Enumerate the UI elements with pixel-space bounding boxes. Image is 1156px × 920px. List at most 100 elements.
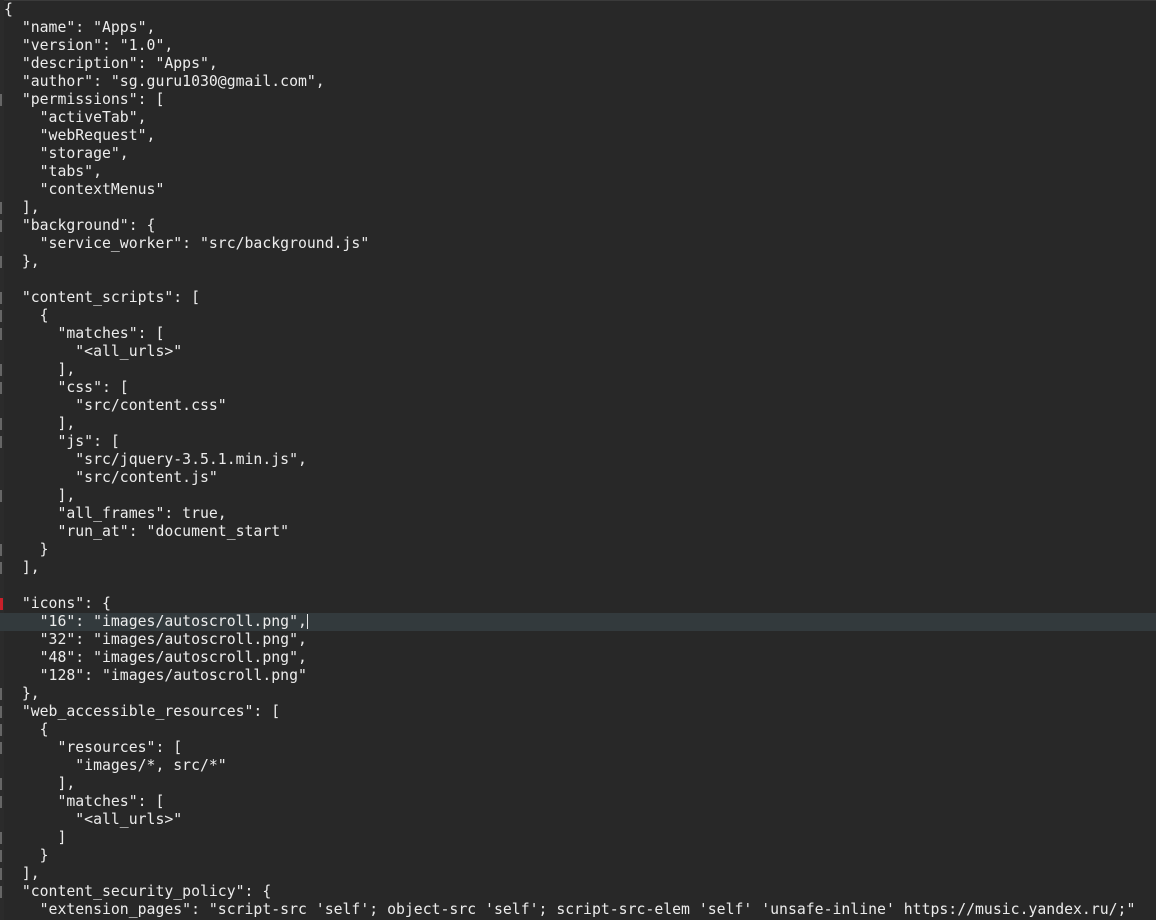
fold-marker-icon[interactable]	[0, 436, 2, 448]
code-line[interactable]: "16": "images/autoscroll.png",	[0, 613, 1156, 631]
code-line[interactable]: "storage",	[0, 145, 1156, 163]
code-line[interactable]: "tabs",	[0, 163, 1156, 181]
fold-marker-icon[interactable]	[0, 688, 2, 700]
code-line-text: "<all_urls>"	[4, 343, 183, 360]
fold-marker-icon[interactable]	[0, 850, 2, 862]
text-cursor	[306, 614, 308, 629]
fold-marker-icon[interactable]	[0, 364, 2, 376]
fold-marker-icon[interactable]	[0, 220, 2, 232]
code-line[interactable]: "web_accessible_resources": [	[0, 703, 1156, 721]
code-line-text: ],	[4, 865, 40, 882]
code-line[interactable]: "run_at": "document_start"	[0, 523, 1156, 541]
code-line[interactable]: ],	[0, 415, 1156, 433]
code-line[interactable]: "name": "Apps",	[0, 19, 1156, 37]
code-line[interactable]: "src/jquery-3.5.1.min.js",	[0, 451, 1156, 469]
fold-marker-icon[interactable]	[0, 382, 2, 394]
code-line[interactable]: "content_security_policy": {	[0, 883, 1156, 901]
code-line[interactable]: }	[0, 541, 1156, 559]
code-line[interactable]: "version": "1.0",	[0, 37, 1156, 55]
code-line-text: "all_frames": true,	[4, 505, 227, 522]
fold-marker-icon[interactable]	[0, 292, 2, 304]
code-line[interactable]: ],	[0, 559, 1156, 577]
code-line[interactable]: {	[0, 721, 1156, 739]
code-line[interactable]: ],	[0, 775, 1156, 793]
code-line[interactable]: "<all_urls>"	[0, 811, 1156, 829]
code-line[interactable]: "js": [	[0, 433, 1156, 451]
fold-marker-icon[interactable]	[0, 706, 2, 718]
fold-marker-icon[interactable]	[0, 742, 2, 754]
code-line-text: "32": "images/autoscroll.png",	[4, 631, 307, 648]
fold-marker-icon[interactable]	[0, 418, 2, 430]
code-line[interactable]: "author": "sg.guru1030@gmail.com",	[0, 73, 1156, 91]
code-line-text: }	[4, 847, 49, 864]
code-lines[interactable]: { "name": "Apps", "version": "1.0", "des…	[0, 1, 1156, 919]
code-line-text: "web_accessible_resources": [	[4, 703, 281, 720]
code-line[interactable]: "webRequest",	[0, 127, 1156, 145]
fold-marker-icon[interactable]	[0, 562, 2, 574]
code-line[interactable]: "service_worker": "src/background.js"	[0, 235, 1156, 253]
code-line-text: "content_security_policy": {	[4, 883, 272, 900]
code-line[interactable]: "permissions": [	[0, 91, 1156, 109]
fold-marker-icon[interactable]	[0, 796, 2, 808]
code-line[interactable]: "resources": [	[0, 739, 1156, 757]
code-line[interactable]: {	[0, 1, 1156, 19]
code-line[interactable]: "css": [	[0, 379, 1156, 397]
code-line[interactable]: "matches": [	[0, 793, 1156, 811]
code-line[interactable]: "background": {	[0, 217, 1156, 235]
code-line[interactable]: "src/content.css"	[0, 397, 1156, 415]
fold-marker-icon[interactable]	[0, 832, 2, 844]
code-line-text: ],	[4, 361, 76, 378]
code-line[interactable]: "matches": [	[0, 325, 1156, 343]
fold-marker-icon[interactable]	[0, 724, 2, 736]
fold-marker-icon[interactable]	[0, 778, 2, 790]
code-line[interactable]: },	[0, 253, 1156, 271]
code-line[interactable]: "content_scripts": [	[0, 289, 1156, 307]
code-line-text: }	[4, 541, 49, 558]
code-line[interactable]: "128": "images/autoscroll.png"	[0, 667, 1156, 685]
code-line-text: "extension_pages": "script-src 'self'; o…	[4, 901, 1136, 918]
code-line[interactable]: "description": "Apps",	[0, 55, 1156, 73]
code-line[interactable]: {	[0, 307, 1156, 325]
code-line[interactable]: "<all_urls>"	[0, 343, 1156, 361]
code-line[interactable]: "48": "images/autoscroll.png",	[0, 649, 1156, 667]
code-line-text: "css": [	[4, 379, 129, 396]
code-line-text: },	[4, 685, 40, 702]
code-line[interactable]: "src/content.js"	[0, 469, 1156, 487]
fold-marker-icon[interactable]	[0, 310, 2, 322]
code-line[interactable]: ],	[0, 865, 1156, 883]
code-line[interactable]: "icons": {	[0, 595, 1156, 613]
code-line[interactable]: "extension_pages": "script-src 'self'; o…	[0, 901, 1156, 919]
fold-marker-icon[interactable]	[0, 202, 2, 214]
code-line[interactable]	[0, 577, 1156, 595]
fold-marker-icon[interactable]	[0, 328, 2, 340]
code-line[interactable]: ],	[0, 199, 1156, 217]
fold-marker-icon[interactable]	[0, 256, 2, 268]
code-line-text: "16": "images/autoscroll.png",	[4, 613, 307, 630]
code-line[interactable]: }	[0, 847, 1156, 865]
change-marker-icon	[0, 598, 3, 610]
fold-marker-icon[interactable]	[0, 886, 2, 898]
fold-marker-icon[interactable]	[0, 868, 2, 880]
code-line[interactable]	[0, 271, 1156, 289]
code-line[interactable]: ],	[0, 487, 1156, 505]
fold-marker-icon[interactable]	[0, 544, 2, 556]
code-line-text: {	[4, 721, 49, 738]
code-line-text: },	[4, 253, 40, 270]
code-line[interactable]: "images/*, src/*"	[0, 757, 1156, 775]
fold-marker-icon[interactable]	[0, 94, 2, 106]
code-line-text: "background": {	[4, 217, 156, 234]
code-editor[interactable]: { "name": "Apps", "version": "1.0", "des…	[0, 0, 1156, 920]
fold-marker-icon[interactable]	[0, 490, 2, 502]
code-line-text: "author": "sg.guru1030@gmail.com",	[4, 73, 325, 90]
code-line-text: "service_worker": "src/background.js"	[4, 235, 370, 252]
code-line[interactable]: "32": "images/autoscroll.png",	[0, 631, 1156, 649]
code-line[interactable]: "all_frames": true,	[0, 505, 1156, 523]
code-line[interactable]: "contextMenus"	[0, 181, 1156, 199]
code-line-text: "activeTab",	[4, 109, 147, 126]
code-line[interactable]: ]	[0, 829, 1156, 847]
code-line[interactable]: ],	[0, 361, 1156, 379]
code-line[interactable]: "activeTab",	[0, 109, 1156, 127]
code-line[interactable]: },	[0, 685, 1156, 703]
code-line-text: "48": "images/autoscroll.png",	[4, 649, 307, 666]
code-line-text: "storage",	[4, 145, 129, 162]
